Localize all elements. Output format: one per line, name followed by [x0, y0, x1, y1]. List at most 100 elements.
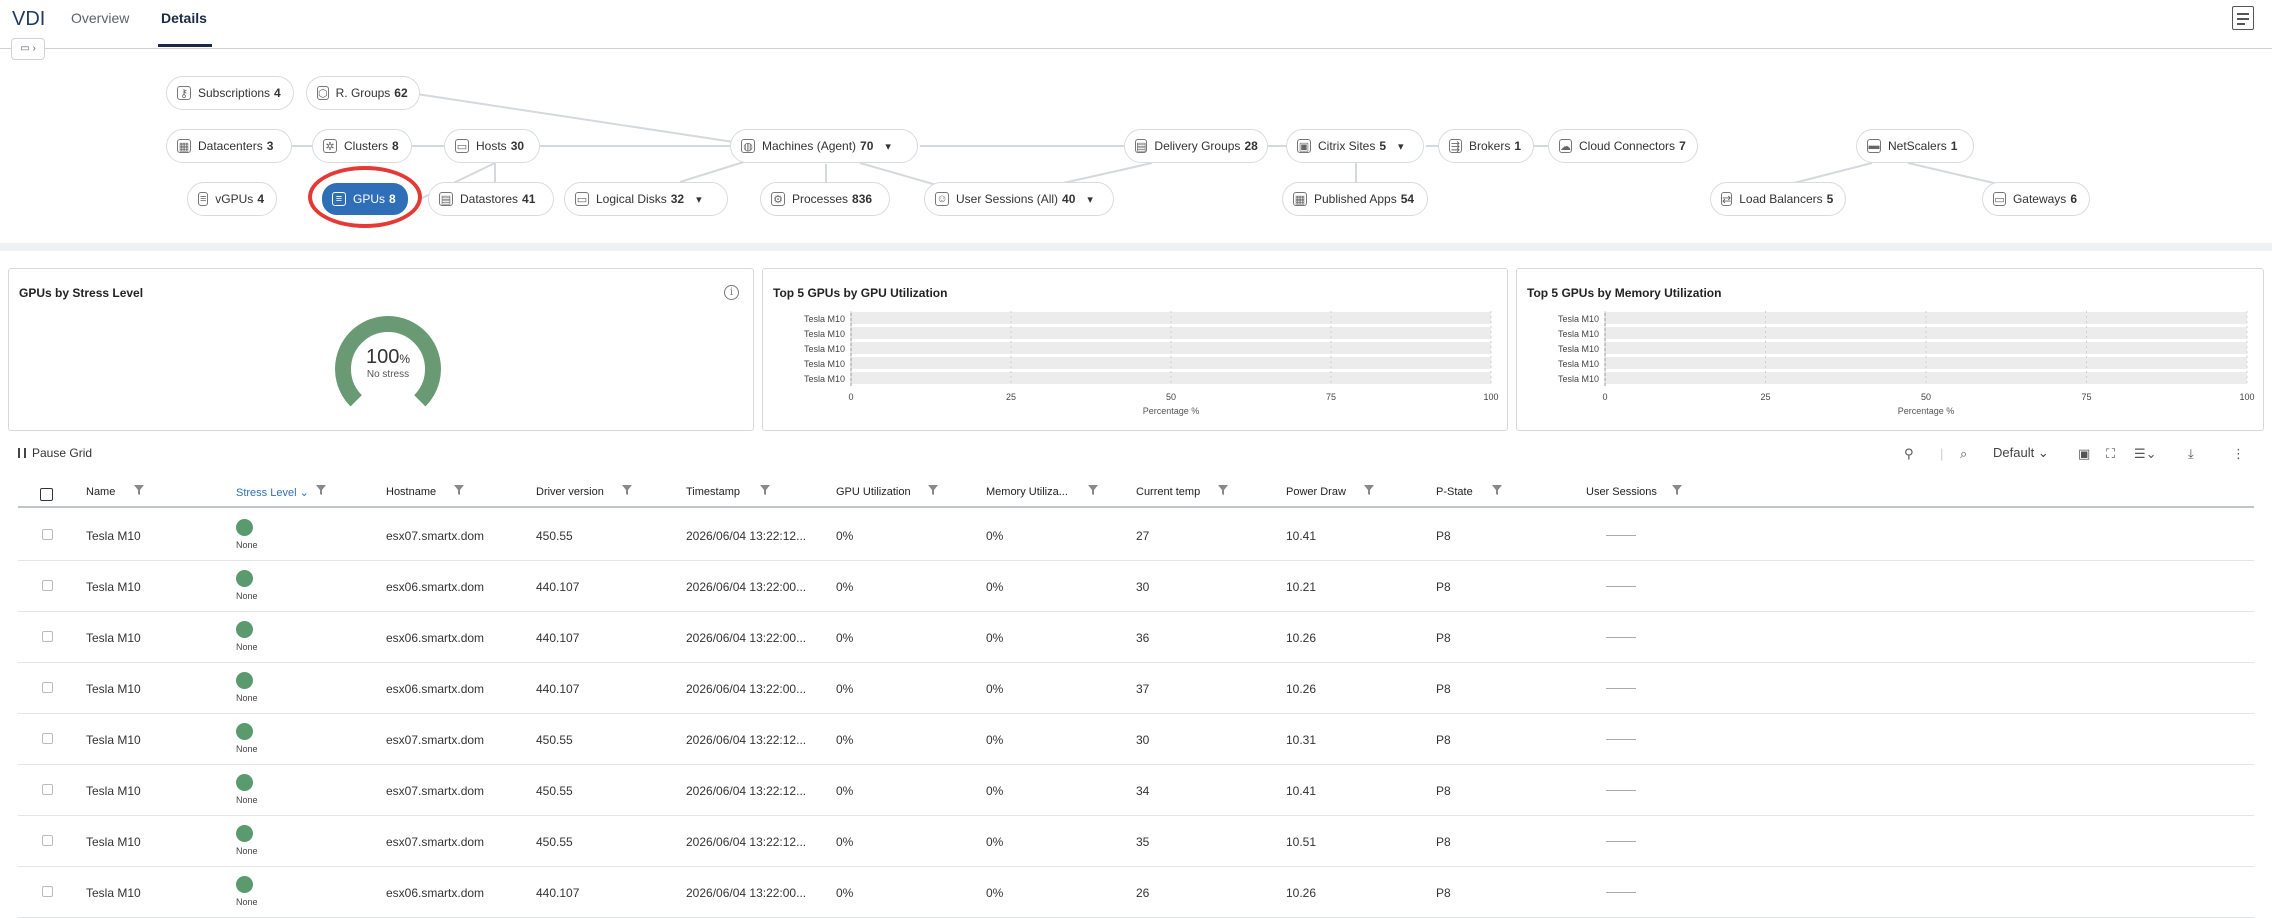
node-label: Delivery Groups — [1154, 139, 1241, 153]
user-filter-icon[interactable]: ⚲ — [1904, 446, 1914, 462]
col-current-temp[interactable]: Current temp — [1136, 486, 1200, 498]
filter-icon[interactable] — [134, 485, 144, 495]
filter-icon[interactable] — [1492, 485, 1502, 495]
stress-level-label: None — [236, 591, 258, 601]
cell-power-draw: 10.26 — [1286, 631, 1317, 645]
node-cloud-connectors[interactable]: ☁ Cloud Connectors 7 — [1548, 129, 1698, 163]
cell-p-state: P8 — [1436, 580, 1451, 594]
cell-name: Tesla M10 — [86, 733, 141, 747]
node-count: 28 — [1244, 139, 1258, 153]
row-checkbox[interactable] — [42, 886, 53, 897]
user-sessions-empty-dash — [1606, 790, 1636, 791]
info-icon[interactable]: i — [724, 285, 739, 300]
fullscreen-icon[interactable]: ⛶ — [2106, 446, 2115, 462]
filter-icon[interactable] — [454, 485, 464, 495]
stress-level-label: None — [236, 693, 258, 703]
filter-icon[interactable] — [1672, 485, 1682, 495]
chevron-down-icon[interactable]: ▾ — [1398, 140, 1404, 153]
node-citrix-sites[interactable]: ▣ Citrix Sites 5 ▾ — [1286, 129, 1424, 163]
col-gpu-utilization[interactable]: GPU Utilization — [836, 486, 911, 498]
node-delivery-groups[interactable]: ▤ Delivery Groups 28 — [1124, 129, 1268, 163]
site-icon: ▣ — [1297, 139, 1311, 153]
table-row[interactable]: Tesla M10 esx07.smartx.dom 450.55 2026/06/0… — [18, 816, 2254, 867]
columns-menu-icon[interactable]: ☰⌄ — [2134, 446, 2157, 462]
col-memory-utilization[interactable]: Memory Utiliza... — [986, 486, 1068, 498]
row-checkbox[interactable] — [42, 580, 53, 591]
user-sessions-empty-dash — [1606, 892, 1636, 893]
row-checkbox[interactable] — [42, 682, 53, 693]
node-brokers[interactable]: ⇶ Brokers 1 — [1438, 129, 1534, 163]
select-all-checkbox[interactable] — [40, 488, 53, 501]
col-user-sessions[interactable]: User Sessions — [1586, 486, 1657, 498]
category-label: Tesla M10 — [1558, 344, 1599, 354]
gpu-utilization-chart: Tesla M10 Tesla M10 Tesla M10 Tesla M10 Tesl… — [804, 311, 1499, 416]
node-r-groups[interactable]: ⬡ R. Groups 62 — [306, 76, 420, 110]
cell-gpu-utilization: 0% — [836, 784, 854, 798]
save-icon[interactable]: ▣ — [2078, 446, 2090, 462]
report-icon[interactable] — [2232, 6, 2254, 30]
node-subscriptions[interactable]: ⚷ Subscriptions 4 — [166, 76, 294, 110]
download-icon[interactable]: ⤓ — [2188, 446, 2194, 462]
filter-icon[interactable] — [316, 485, 326, 495]
filter-icon[interactable] — [928, 485, 938, 495]
table-row[interactable]: Tesla M10 esx06.smartx.dom 440.107 2026/06/… — [18, 561, 2254, 612]
more-options-icon[interactable]: ⋮ — [2232, 446, 2245, 462]
chevron-down-icon[interactable]: ▾ — [885, 140, 891, 153]
table-row[interactable]: Tesla M10 esx06.smartx.dom 440.107 2026/06/… — [18, 612, 2254, 663]
toolbar-separator: | — [1940, 446, 1944, 461]
table-row[interactable]: Tesla M10 esx07.smartx.dom 450.55 2026/06/0… — [18, 765, 2254, 816]
node-logical-disks[interactable]: ▭ Logical Disks 32 ▾ — [564, 182, 728, 216]
stress-status-dot — [236, 774, 253, 791]
col-p-state[interactable]: P-State — [1436, 486, 1473, 498]
row-checkbox[interactable] — [42, 835, 53, 846]
filter-icon[interactable] — [1218, 485, 1228, 495]
row-checkbox[interactable] — [42, 529, 53, 540]
chevron-down-icon[interactable]: ▾ — [1087, 193, 1093, 206]
col-power-draw[interactable]: Power Draw — [1286, 486, 1346, 498]
table-row[interactable]: Tesla M10 esx07.smartx.dom 450.55 2026/06/0… — [18, 714, 2254, 765]
cell-p-state: P8 — [1436, 784, 1451, 798]
tab-overview[interactable]: Overview — [71, 10, 129, 26]
tab-details[interactable]: Details — [161, 10, 207, 26]
row-checkbox[interactable] — [42, 784, 53, 795]
table-row[interactable]: Tesla M10 esx07.smartx.dom 450.55 2026/06/0… — [18, 510, 2254, 561]
node-datacenters[interactable]: ▦ Datacenters 3 — [166, 129, 292, 163]
chevron-down-icon[interactable]: ▾ — [696, 193, 702, 206]
node-datastores[interactable]: ▤ Datastores 41 — [428, 182, 554, 216]
col-stress-level[interactable]: Stress Level ⌄ — [236, 486, 309, 499]
folder-icon[interactable]: ▭ › — [11, 38, 45, 60]
row-checkbox[interactable] — [42, 631, 53, 642]
node-processes[interactable]: ⚙ Processes 836 — [760, 182, 890, 216]
node-netscalers[interactable]: ▬ NetScalers 1 — [1856, 129, 1974, 163]
col-timestamp[interactable]: Timestamp — [686, 486, 740, 498]
node-clusters[interactable]: ✲ Clusters 8 — [312, 129, 412, 163]
user-session-icon: ☺ — [935, 192, 949, 206]
stress-level-label: None — [236, 795, 258, 805]
node-label: User Sessions (All) — [956, 192, 1059, 206]
node-load-balancers[interactable]: ⇄ Load Balancers 5 — [1710, 182, 1846, 216]
row-checkbox[interactable] — [42, 733, 53, 744]
filter-icon[interactable] — [622, 485, 632, 495]
node-user-sessions[interactable]: ☺ User Sessions (All) 40 ▾ — [924, 182, 1114, 216]
node-machines-agent[interactable]: ◍ Machines (Agent) 70 ▾ — [730, 129, 918, 163]
node-label: Brokers — [1468, 139, 1511, 153]
node-vgpus[interactable]: ≡ vGPUs 4 — [187, 182, 277, 216]
node-gateways[interactable]: ▭ Gateways 6 — [1982, 182, 2090, 216]
col-name[interactable]: Name — [86, 486, 115, 498]
node-hosts[interactable]: ▭ Hosts 30 — [444, 129, 540, 163]
node-published-apps[interactable]: ▦ Published Apps 54 — [1282, 182, 1428, 216]
filter-icon[interactable] — [1088, 485, 1098, 495]
view-select[interactable]: Default ⌄ — [1993, 445, 2049, 461]
pause-grid-button[interactable]: Pause Grid — [18, 446, 92, 460]
search-icon[interactable]: ⌕ — [1960, 446, 1967, 462]
filter-icon[interactable] — [760, 485, 770, 495]
cell-hostname: esx07.smartx.dom — [386, 784, 485, 798]
col-driver-version[interactable]: Driver version — [536, 486, 604, 498]
table-row[interactable]: Tesla M10 esx06.smartx.dom 440.107 2026/06/… — [18, 867, 2254, 918]
table-row[interactable]: Tesla M10 esx06.smartx.dom 440.107 2026/06/… — [18, 663, 2254, 714]
col-hostname[interactable]: Hostname — [386, 486, 436, 498]
filter-icon[interactable] — [1364, 485, 1374, 495]
x-axis-label: Percentage % — [1898, 406, 1955, 416]
cell-power-draw: 10.21 — [1286, 580, 1317, 594]
cell-hostname: esx07.smartx.dom — [386, 835, 485, 849]
